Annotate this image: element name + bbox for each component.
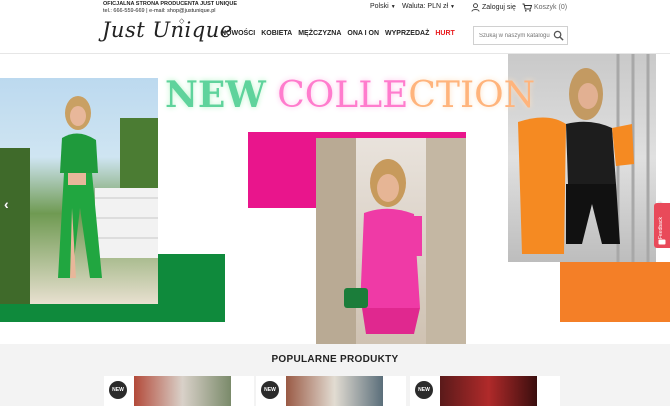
product-image[interactable] bbox=[134, 376, 231, 406]
main-header: Just Unique ◇ NOWOŚCI KOBIETA MĘŻCZYZNA … bbox=[0, 16, 670, 54]
photo-pink-outfit bbox=[316, 138, 466, 344]
nav-item-ona-i-on[interactable]: ONA I ON bbox=[347, 30, 379, 37]
chat-icon bbox=[658, 239, 666, 245]
cart-label: Koszyk (0) bbox=[534, 4, 568, 11]
contact-line: tel.: 666-559-669 | e-mail: shop@justuni… bbox=[103, 8, 216, 14]
headline-ction: CTION bbox=[408, 75, 536, 116]
popular-products-section: POPULARNE PRODUKTY NEW NEW NEW bbox=[0, 344, 670, 406]
nav-item-mezczyzna[interactable]: MĘŻCZYZNA bbox=[298, 30, 341, 37]
search-box bbox=[473, 26, 568, 45]
product-card[interactable]: NEW bbox=[410, 376, 560, 406]
product-card[interactable]: NEW bbox=[256, 376, 406, 406]
product-image[interactable] bbox=[440, 376, 537, 406]
new-badge: NEW bbox=[261, 381, 279, 399]
official-store-text: OFICJALNA STRONA PRODUCENTA JUST UNIQUE bbox=[103, 1, 238, 7]
main-nav: NOWOŚCI KOBIETA MĘŻCZYZNA ONA I ON WYPRZ… bbox=[221, 30, 461, 37]
new-badge: NEW bbox=[109, 381, 127, 399]
feedback-tab[interactable]: Feedback bbox=[654, 203, 670, 248]
feedback-label: Feedback bbox=[658, 217, 664, 239]
logo-text: Just Unique bbox=[102, 18, 233, 42]
language-label: Polski bbox=[370, 3, 389, 10]
user-icon bbox=[471, 3, 480, 12]
photo-green-outfit bbox=[0, 78, 158, 304]
language-selector[interactable]: Polski ▼ bbox=[370, 3, 396, 10]
nav-item-hurt[interactable]: HURT bbox=[435, 30, 454, 37]
caret-down-icon: ▼ bbox=[450, 3, 455, 10]
headline-new: NEW bbox=[165, 74, 266, 116]
currency-selector[interactable]: Waluta: PLN zł ▼ bbox=[402, 3, 455, 10]
product-card[interactable]: NEW bbox=[104, 376, 254, 406]
logo[interactable]: Just Unique ◇ bbox=[102, 17, 233, 42]
caret-down-icon: ▼ bbox=[390, 3, 396, 10]
model-green-image bbox=[0, 96, 158, 304]
nav-item-wyprzedaz[interactable]: WYPRZEDAŻ bbox=[385, 30, 429, 37]
product-image[interactable] bbox=[286, 376, 383, 406]
contact-info: OFICJALNA STRONA PRODUCENTA JUST UNIQUE … bbox=[103, 1, 237, 15]
login-link[interactable]: Zaloguj się bbox=[471, 3, 516, 12]
slider-prev-arrow-icon[interactable]: ‹ bbox=[4, 196, 9, 212]
nav-item-kobieta[interactable]: KOBIETA bbox=[261, 30, 292, 37]
diamond-icon: ◇ bbox=[179, 17, 185, 25]
cart-icon bbox=[522, 3, 532, 12]
login-label: Zaloguj się bbox=[482, 4, 516, 11]
hero-banner[interactable]: NEW COLLECTION ‹ › bbox=[0, 54, 670, 344]
top-info-bar: OFICJALNA STRONA PRODUCENTA JUST UNIQUE … bbox=[0, 0, 670, 16]
orange-color-block bbox=[560, 262, 670, 322]
search-icon[interactable] bbox=[553, 30, 564, 41]
headline-colle: COLLE bbox=[277, 75, 409, 116]
section-title: POPULARNE PRODUKTY bbox=[271, 354, 399, 365]
nav-item-nowosci[interactable]: NOWOŚCI bbox=[221, 30, 255, 37]
currency-label: Waluta: PLN zł bbox=[402, 3, 449, 10]
model-pink-image bbox=[316, 138, 466, 344]
new-collection-headline: NEW COLLECTION bbox=[165, 74, 535, 116]
search-input[interactable] bbox=[474, 27, 554, 44]
new-badge: NEW bbox=[415, 381, 433, 399]
cart-link[interactable]: Koszyk (0) bbox=[522, 3, 567, 12]
